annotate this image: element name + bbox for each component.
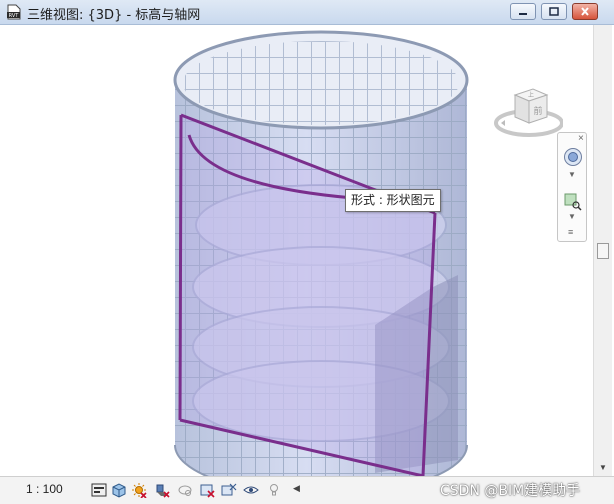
viewcube-home-arrow-icon[interactable]: [501, 120, 505, 126]
scroll-left-arrow-icon[interactable]: ◀: [293, 483, 300, 494]
show-crop-region-icon[interactable]: [221, 482, 237, 498]
close-icon: [581, 7, 589, 16]
restore-icon: [549, 7, 559, 16]
viewcube-front-label: 前: [533, 105, 542, 117]
3d-viewport[interactable]: 形式 : 形状图元 前 上 × ▼ ▼ ≡: [3, 25, 593, 476]
steering-wheel-icon[interactable]: [563, 147, 583, 167]
vertical-scrollbar[interactable]: ▼: [593, 25, 612, 476]
rendering-dialog-icon[interactable]: [177, 482, 193, 498]
detail-level-icon[interactable]: [91, 482, 107, 498]
crop-view-icon[interactable]: [199, 482, 215, 498]
viewcube[interactable]: 前 上: [493, 83, 563, 153]
title-bar[interactable]: RVT 三维视图: {3D} - 标高与轴网: [0, 0, 614, 25]
viewcube-top-label: 上: [528, 91, 534, 99]
close-button[interactable]: [572, 3, 598, 20]
sun-path-icon[interactable]: [131, 482, 147, 498]
chevron-down-icon[interactable]: ▼: [568, 212, 576, 221]
temporary-hide-icon[interactable]: [243, 482, 259, 498]
scroll-down-arrow-icon[interactable]: ▼: [599, 463, 607, 472]
tooltip: 形式 : 形状图元: [345, 189, 441, 212]
revit-file-icon: RVT: [7, 4, 21, 20]
navigation-bar: × ▼ ▼ ≡: [557, 132, 587, 242]
shadows-icon[interactable]: [154, 482, 170, 498]
minimize-button[interactable]: [510, 3, 536, 20]
customize-icon[interactable]: ≡: [568, 227, 573, 237]
revit-view-window: RVT 三维视图: {3D} - 标高与轴网 形式: 形状图元 前 上 × ▼…: [0, 0, 614, 504]
window-title: 三维视图: {3D} - 标高与轴网: [27, 8, 201, 23]
watermark: CSDN @BIM建模助手: [440, 483, 581, 499]
restore-button[interactable]: [541, 3, 567, 20]
view-scale[interactable]: 1 : 100: [26, 482, 63, 496]
view-control-bar: 1 : 100 ◀ CSDN @BIM建模助手: [0, 476, 614, 504]
reveal-hidden-icon[interactable]: [266, 482, 282, 498]
visual-style-icon[interactable]: [111, 482, 127, 498]
selection-edge: [178, 114, 183, 421]
scrollbar-thumb[interactable]: [597, 243, 609, 259]
chevron-down-icon[interactable]: ▼: [568, 170, 576, 179]
minimize-icon: [519, 13, 527, 15]
top-rim-grid: [183, 41, 459, 125]
navbar-close-icon[interactable]: ×: [578, 133, 584, 144]
app-icon-label: RVT: [9, 13, 20, 19]
zoom-region-icon[interactable]: [564, 193, 582, 211]
